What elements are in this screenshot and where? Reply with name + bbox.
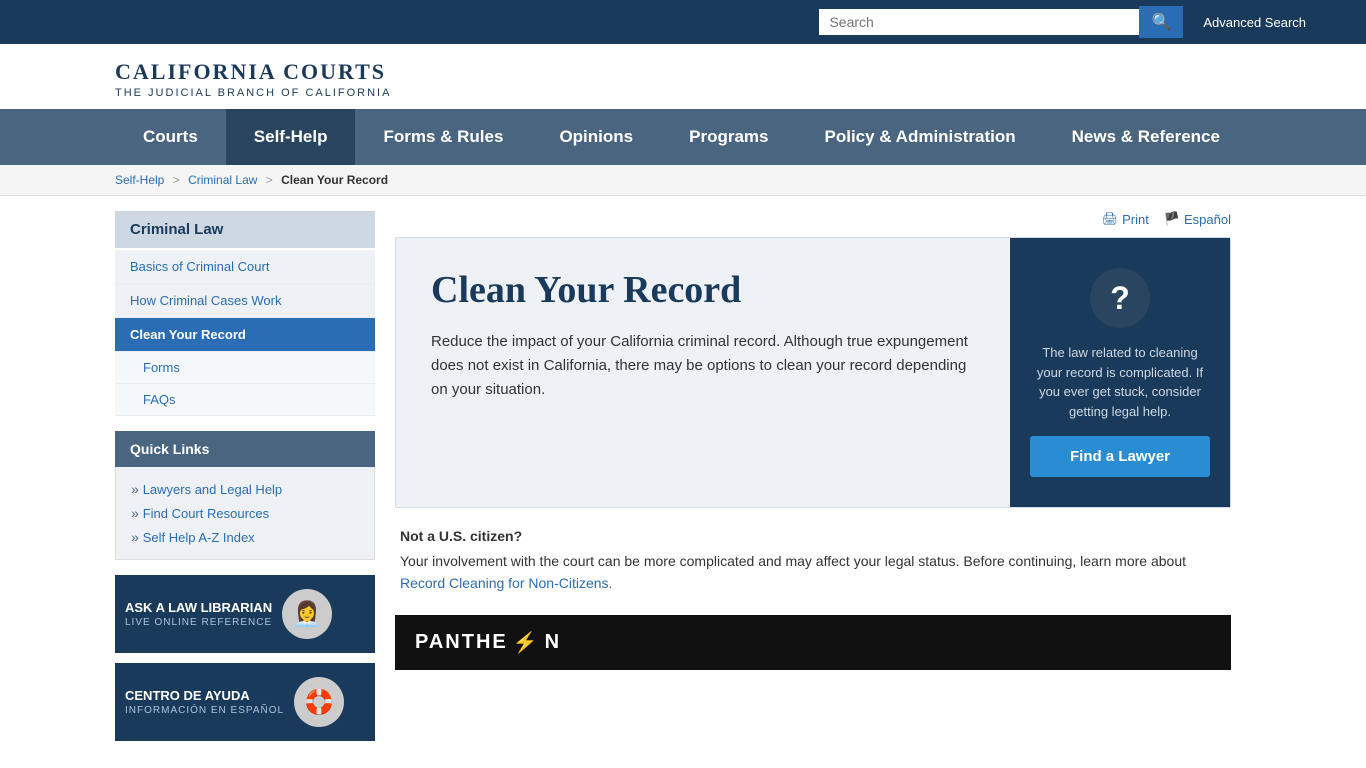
breadcrumb-selfhelp[interactable]: Self-Help	[115, 173, 164, 187]
print-lang-bar: 🖨 Print 🏴 Español	[395, 211, 1231, 227]
pantheon-lightning: ⚡	[513, 630, 540, 655]
search-button[interactable]: 🔍	[1139, 6, 1183, 38]
centro-main-text: CENTRO DE AYUDA	[125, 688, 284, 703]
breadcrumb-sep2: >	[266, 173, 273, 187]
ask-librarian-sub-text: LIVE ONLINE REFERENCE	[125, 617, 272, 628]
espanol-label: Español	[1184, 212, 1231, 227]
ask-librarian-main-text: ASK A LAW LIBRARIAN	[125, 600, 272, 615]
hero-title: Clean Your Record	[431, 268, 975, 312]
print-link[interactable]: 🖨 Print	[1102, 211, 1149, 227]
hero-box: Clean Your Record Reduce the impact of y…	[395, 237, 1231, 508]
breadcrumb-current: Clean Your Record	[281, 173, 388, 187]
ask-librarian-banner[interactable]: ASK A LAW LIBRARIAN LIVE ONLINE REFERENC…	[115, 575, 375, 653]
pantheon-banner: PANTHE⚡N	[395, 615, 1231, 670]
pantheon-logo: PANTHE⚡N	[415, 630, 561, 655]
nav-item-selfhelp[interactable]: Self-Help	[226, 109, 356, 165]
nav-item-formsrules[interactable]: Forms & Rules	[355, 109, 531, 165]
logo-title: CALIFORNIA COURTS	[115, 59, 1306, 85]
find-lawyer-button[interactable]: Find a Lawyer	[1030, 436, 1210, 477]
hero-side-panel: ? The law related to cleaning your recor…	[1010, 238, 1230, 507]
nav-item-opinions[interactable]: Opinions	[531, 109, 661, 165]
quick-link-selfhelp-index[interactable]: Self Help A-Z Index	[143, 530, 255, 545]
banner-text: ASK A LAW LIBRARIAN LIVE ONLINE REFERENC…	[125, 600, 272, 628]
not-citizen-title: Not a U.S. citizen?	[400, 528, 1226, 544]
sidebar-sub-item-faqs[interactable]: FAQs	[115, 384, 375, 416]
pantheon-text-part1: PANTHE	[415, 631, 508, 654]
advanced-search-link[interactable]: Advanced Search	[1203, 15, 1306, 30]
breadcrumb: Self-Help > Criminal Law > Clean Your Re…	[0, 165, 1366, 196]
print-label: Print	[1122, 212, 1149, 227]
quick-links-title: Quick Links	[115, 431, 375, 467]
centro-avatar: 🛟	[294, 677, 344, 727]
breadcrumb-criminallaw[interactable]: Criminal Law	[188, 173, 257, 187]
hero-description: Reduce the impact of your California cri…	[431, 330, 975, 402]
quick-link-court-resources[interactable]: Find Court Resources	[143, 506, 269, 521]
pantheon-text-suffix: N	[545, 631, 561, 654]
logo-subtitle: THE JUDICIAL BRANCH OF CALIFORNIA	[115, 87, 1306, 99]
record-cleaning-link[interactable]: Record Cleaning for Non-Citizens.	[400, 575, 612, 591]
nav-item-courts[interactable]: Courts	[115, 109, 226, 165]
breadcrumb-sep1: >	[173, 173, 180, 187]
nav-item-newsreference[interactable]: News & Reference	[1044, 109, 1248, 165]
quick-links-list: Lawyers and Legal Help Find Court Resour…	[115, 467, 375, 560]
top-search-bar: 🔍 Advanced Search	[0, 0, 1366, 44]
sidebar-sub-item-forms[interactable]: Forms	[115, 352, 375, 384]
panel-text: The law related to cleaning your record …	[1030, 343, 1210, 421]
quick-link-lawyers[interactable]: Lawyers and Legal Help	[143, 482, 282, 497]
printer-icon: 🖨	[1102, 211, 1119, 227]
not-citizen-body: Your involvement with the court can be m…	[400, 553, 1186, 569]
librarian-avatar: 👩‍💼	[282, 589, 332, 639]
sidebar-item-howcases[interactable]: How Criminal Cases Work	[115, 284, 375, 318]
content-wrapper: Criminal Law Basics of Criminal Court Ho…	[0, 196, 1366, 756]
sidebar-section-title: Criminal Law	[115, 211, 375, 248]
not-citizen-section: Not a U.S. citizen? Your involvement wit…	[395, 528, 1231, 595]
espanol-link[interactable]: 🏴 Español	[1164, 211, 1231, 227]
flag-icon: 🏴	[1164, 211, 1180, 227]
main-nav: Courts Self-Help Forms & Rules Opinions …	[0, 109, 1366, 165]
sidebar: Criminal Law Basics of Criminal Court Ho…	[115, 196, 375, 756]
main-content: 🖨 Print 🏴 Español Clean Your Record Redu…	[375, 196, 1251, 756]
not-citizen-text: Your involvement with the court can be m…	[400, 550, 1226, 595]
question-icon: ?	[1090, 268, 1150, 328]
search-form: 🔍	[819, 6, 1183, 38]
sidebar-item-cleanyourrecord[interactable]: Clean Your Record	[115, 318, 375, 352]
sidebar-item-basics[interactable]: Basics of Criminal Court	[115, 250, 375, 284]
search-input[interactable]	[819, 9, 1139, 35]
centro-sub-text: INFORMACIÓN EN ESPAÑOL	[125, 705, 284, 716]
centro-banner[interactable]: CENTRO DE AYUDA INFORMACIÓN EN ESPAÑOL 🛟	[115, 663, 375, 741]
nav-item-policy[interactable]: Policy & Administration	[797, 109, 1044, 165]
centro-text: CENTRO DE AYUDA INFORMACIÓN EN ESPAÑOL	[125, 688, 284, 716]
hero-text-area: Clean Your Record Reduce the impact of y…	[396, 238, 1010, 507]
logo-area: CALIFORNIA COURTS THE JUDICIAL BRANCH OF…	[0, 44, 1366, 109]
nav-item-programs[interactable]: Programs	[661, 109, 796, 165]
